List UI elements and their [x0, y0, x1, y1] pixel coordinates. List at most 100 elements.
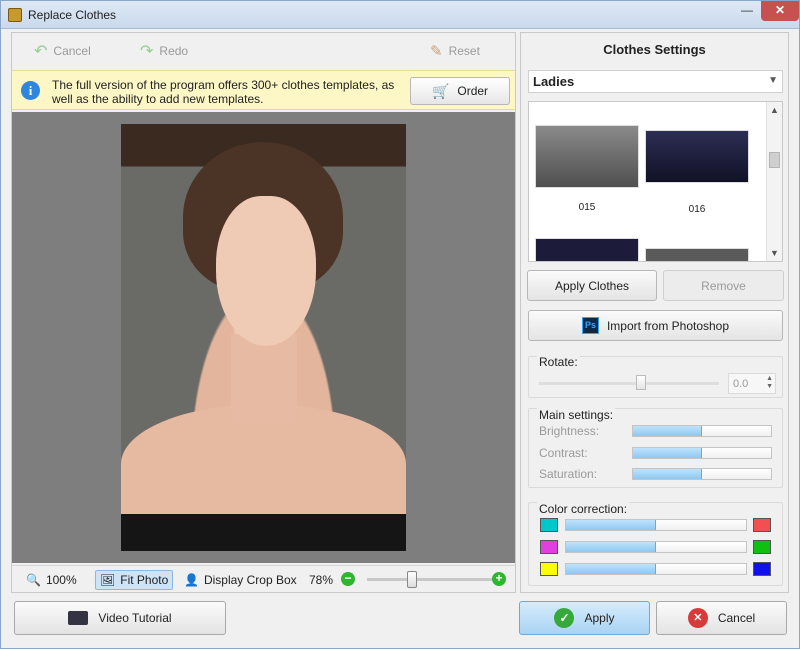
reset-label: Reset [448, 44, 480, 58]
display-crop-box-label: Display Crop Box [203, 573, 297, 587]
redo-arrow-icon: ↷ [140, 43, 154, 60]
chevron-down-icon: ▼ [768, 75, 778, 86]
redo-label: Redo [159, 44, 189, 58]
template-scrollbar[interactable]: ▲ ▼ [766, 102, 782, 261]
fit-photo-button[interactable]: 🖼 Fit Photo [95, 570, 174, 590]
saturation-label: Saturation: [539, 467, 598, 481]
scrollbar-thumb[interactable] [769, 152, 780, 168]
rotate-slider-thumb[interactable] [636, 375, 646, 390]
apply-clothes-button[interactable]: Apply Clothes [527, 270, 657, 301]
order-label: Order [457, 84, 489, 98]
template-label: 016 [688, 204, 706, 215]
template-thumbnail [645, 130, 749, 183]
photo-neck [231, 334, 297, 424]
settings-title: Clothes Settings [603, 42, 706, 57]
category-dropdown[interactable]: Ladies ▼ [528, 70, 783, 93]
photo-canvas[interactable] [12, 112, 515, 563]
cancel-x-icon: ✕ [687, 608, 708, 628]
zoom-slider-thumb[interactable] [407, 571, 418, 588]
cancel-label: Cancel [53, 44, 91, 58]
template-label: 015 [578, 202, 596, 213]
actual-size-label: 100% [45, 573, 77, 587]
zoom-level: 78% [309, 573, 334, 587]
title-bar: Replace Clothes — ✕ [1, 1, 799, 29]
info-text: The full version of the program offers 3… [52, 78, 395, 106]
zoom-bar: 🔍 100% 🖼 Fit Photo 👤 Display Crop Box 78… [12, 565, 515, 592]
template-thumbnail[interactable] [535, 238, 639, 261]
zoom-out-button[interactable]: − [341, 572, 355, 586]
template-thumbnail [535, 125, 639, 188]
photoshop-icon: Ps [581, 317, 599, 334]
video-tutorial-label: Video Tutorial [98, 611, 172, 625]
portrait-photo [121, 124, 406, 551]
cyan-red-slider[interactable] [565, 519, 747, 531]
cart-icon: 🛒 [431, 82, 450, 99]
rotate-value: 0.0 [733, 378, 749, 390]
actual-size-button[interactable]: 🔍 100% [26, 570, 77, 590]
brightness-fill [633, 426, 702, 436]
contrast-fill [633, 448, 702, 458]
rotate-slider[interactable] [539, 375, 719, 390]
rotate-value-input[interactable]: 0.0 ▲ ▼ [728, 373, 776, 394]
template-item[interactable]: 015 [535, 125, 639, 213]
yellow-swatch [540, 562, 558, 576]
yellow-blue-fill [566, 564, 656, 574]
saturation-slider[interactable] [632, 468, 772, 480]
brightness-label: Brightness: [539, 424, 600, 438]
cyan-swatch [540, 518, 558, 532]
green-swatch [753, 540, 771, 554]
red-swatch [753, 518, 771, 532]
undo-cancel-button[interactable]: ↶ Cancel [34, 39, 91, 63]
color-correction-label: Color correction: [537, 502, 630, 516]
video-tutorial-button[interactable]: Video Tutorial [14, 601, 226, 635]
order-button[interactable]: 🛒 Order [410, 77, 510, 105]
redo-button[interactable]: ↷ Redo [140, 39, 188, 63]
contrast-label: Contrast: [539, 446, 588, 460]
close-window-button[interactable]: ✕ [761, 1, 799, 21]
remove-button[interactable]: Remove [663, 270, 784, 301]
photo-panel: ↶ Cancel ↷ Redo ✎ Reset i The full versi… [11, 32, 516, 593]
display-crop-box-toggle[interactable]: 👤 Display Crop Box [184, 570, 297, 590]
zoom-slider[interactable] [367, 571, 492, 588]
clothes-settings-panel: Clothes Settings Ladies ▼ 015 016 ▲ ▼ Ap [520, 32, 789, 593]
clothes-template-list[interactable]: 015 016 ▲ ▼ [528, 101, 783, 262]
magenta-green-slider[interactable] [565, 541, 747, 553]
import-label: Import from Photoshop [606, 318, 730, 333]
cancel-button[interactable]: ✕ Cancel [656, 601, 787, 635]
cancel-footer-label: Cancel [717, 611, 756, 625]
scroll-down-icon[interactable]: ▼ [770, 248, 779, 258]
window-title: Replace Clothes [28, 8, 117, 22]
magenta-green-fill [566, 542, 656, 552]
category-value: Ladies [533, 74, 575, 89]
scroll-up-icon[interactable]: ▲ [770, 105, 779, 115]
eraser-icon: ✎ [430, 43, 443, 60]
photo-face [216, 196, 316, 346]
magnifier-icon: 🔍 [26, 573, 41, 587]
minimize-button[interactable]: — [734, 1, 760, 21]
contrast-slider[interactable] [632, 447, 772, 459]
crop-box-icon: 👤 [184, 573, 199, 587]
checkmark-icon: ✓ [554, 608, 575, 628]
undo-arrow-icon: ↶ [34, 43, 48, 60]
fit-photo-label: Fit Photo [120, 573, 169, 587]
import-from-photoshop-button[interactable]: Ps Import from Photoshop [528, 310, 783, 341]
main-settings-label: Main settings: [537, 408, 616, 422]
app-icon [8, 8, 22, 22]
template-thumbnail[interactable] [645, 248, 749, 261]
reset-button[interactable]: ✎ Reset [430, 39, 480, 63]
template-item[interactable]: 016 [645, 130, 749, 215]
yellow-blue-slider[interactable] [565, 563, 747, 575]
photo-dress [121, 514, 406, 551]
blue-swatch [753, 562, 771, 576]
apply-button[interactable]: ✓ Apply [519, 601, 650, 635]
color-correction-group: Color correction: [528, 502, 783, 586]
spin-arrows-icon[interactable]: ▲ ▼ [766, 375, 773, 391]
replace-clothes-window: Replace Clothes — ✕ ↶ Cancel ↷ Redo ✎ Re… [0, 0, 800, 649]
rotate-group: Rotate: 0.0 ▲ ▼ [528, 355, 783, 398]
video-camera-icon [68, 611, 89, 625]
main-settings-group: Main settings: Brightness: Contrast: Sat… [528, 408, 783, 488]
apply-clothes-label: Apply Clothes [554, 278, 630, 293]
zoom-in-button[interactable]: + [492, 572, 506, 586]
brightness-slider[interactable] [632, 425, 772, 437]
remove-label: Remove [701, 278, 746, 293]
